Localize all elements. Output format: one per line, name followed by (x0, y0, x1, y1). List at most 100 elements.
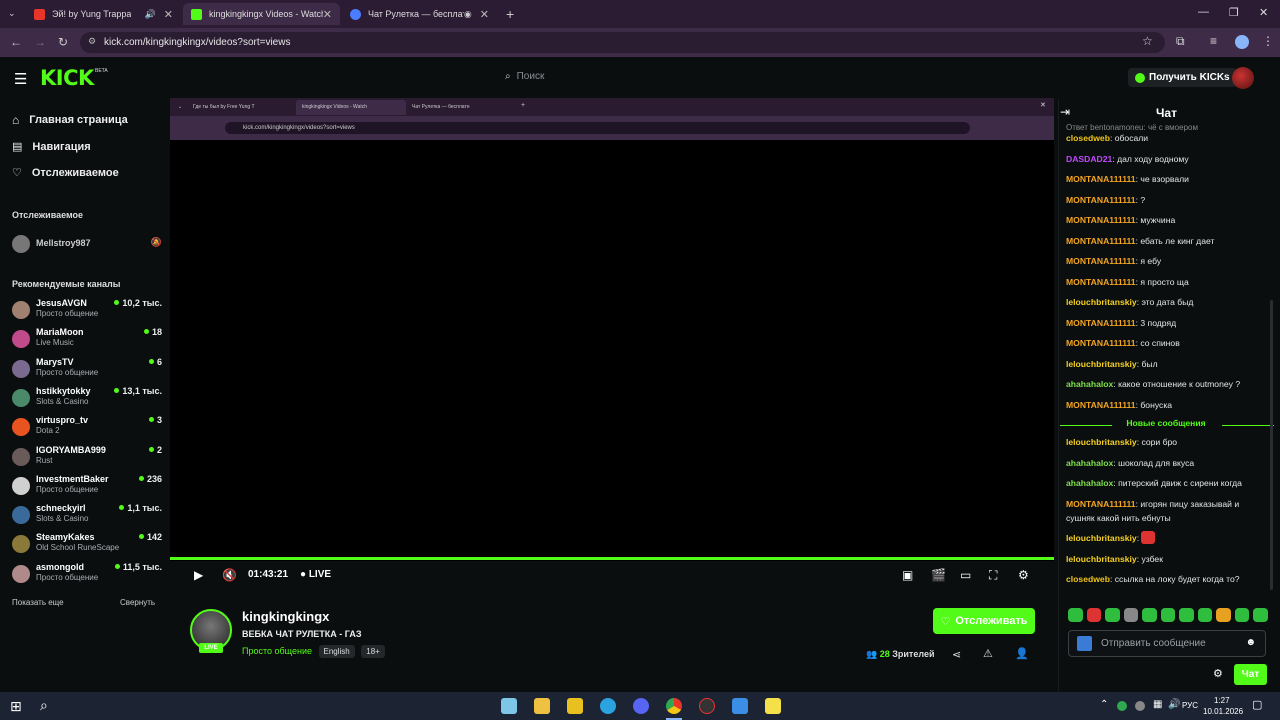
sidebar-channel[interactable]: JesusAVGN Просто общение 10,2 тыс. (12, 298, 162, 325)
settings-gear-icon[interactable]: ⚙ (1018, 568, 1029, 582)
tab-kick-videos[interactable]: kingkingkingx Videos - Watch ✕ (183, 3, 340, 25)
collapse-chat-icon[interactable]: ⇥ (1060, 105, 1070, 119)
chat-username[interactable]: ahahahalox (1066, 458, 1113, 468)
chat-username[interactable]: MONTANA111111 (1066, 499, 1136, 509)
sidebar-channel[interactable]: hstikkytokky Slots & Casino 13,1 тыс. (12, 386, 162, 413)
chat-username[interactable]: MONTANA111111 (1066, 277, 1136, 287)
chat-username[interactable]: closedweb (1066, 574, 1110, 584)
emote-icon[interactable] (1253, 608, 1269, 622)
menu-kebab-icon[interactable]: ⋮ (1262, 34, 1274, 48)
extensions-icon[interactable]: ⧉ (1176, 34, 1185, 49)
taskbar-search-icon[interactable]: ⌕ (40, 697, 48, 714)
chat-username[interactable]: MONTANA111111 (1066, 236, 1136, 246)
chat-username[interactable]: lelouchbritanskiy (1066, 297, 1137, 307)
forward-icon[interactable]: → (34, 35, 46, 49)
network-icon[interactable]: ▦ (1153, 699, 1162, 710)
address-bar[interactable]: ⚙ kick.com/kingkingkingx/videos?sort=vie… (80, 32, 1165, 53)
chat-username[interactable]: closedweb (1066, 133, 1110, 143)
emote-icon[interactable] (1234, 608, 1250, 622)
chat-username[interactable]: MONTANA111111 (1066, 256, 1136, 266)
chat-username[interactable]: lelouchbritanskiy (1066, 554, 1137, 564)
emoji-icon[interactable]: ☻ (1245, 637, 1256, 648)
sidebar-item-browse[interactable]: ▤ Навигация (12, 140, 91, 154)
close-window-icon[interactable]: ✕ (1259, 6, 1268, 19)
chat-username[interactable]: MONTANA111111 (1066, 215, 1136, 225)
chat-username[interactable]: ahahahalox (1066, 478, 1113, 488)
close-tab-icon[interactable]: ✕ (480, 8, 489, 21)
chat-scrollbar[interactable] (1270, 300, 1273, 590)
chat-settings-gear-icon[interactable]: ⚙ (1213, 667, 1223, 680)
chat-username[interactable]: MONTANA111111 (1066, 195, 1136, 205)
emote-icon[interactable] (1216, 608, 1231, 622)
emote-icon[interactable] (1086, 608, 1102, 622)
share-icon[interactable]: ⋖ (952, 648, 961, 661)
emote-icon[interactable] (1142, 608, 1157, 622)
tray-app-icon[interactable] (1135, 701, 1145, 711)
bookmark-star-icon[interactable]: ☆ (1142, 34, 1153, 48)
emote-icon[interactable] (1179, 608, 1194, 622)
sidebar-item-home[interactable]: ⌂ Главная страница (12, 113, 128, 127)
windows-start-icon[interactable]: ⊞ (10, 698, 22, 715)
show-more-link[interactable]: Показать еще (12, 598, 64, 607)
theater-mode-icon[interactable]: ▭ (960, 568, 971, 582)
tray-app-icon[interactable] (1117, 701, 1127, 711)
close-tab-icon[interactable]: ✕ (323, 8, 332, 21)
category-link[interactable]: Просто общение (242, 646, 312, 656)
back-icon[interactable]: ← (10, 35, 22, 49)
app-icon[interactable] (732, 698, 748, 714)
speaker-icon[interactable]: 🔊 (145, 9, 156, 20)
chat-username[interactable]: MONTANA111111 (1066, 174, 1136, 184)
new-tab-icon[interactable]: + (506, 6, 514, 22)
chat-input[interactable]: Отправить сообщение ☻ (1068, 630, 1266, 657)
tag-18plus[interactable]: 18+ (361, 645, 385, 658)
sidebar-channel[interactable]: MarysTV Просто общение 6 (12, 357, 162, 384)
chat-username[interactable]: MONTANA111111 (1066, 338, 1136, 348)
sidebar-channel[interactable]: IGORYAMBA999 Rust 2 (12, 445, 162, 472)
sidebar-channel[interactable]: MariaMoon Live Music 18 (12, 327, 162, 354)
minimize-icon[interactable]: — (1198, 6, 1209, 18)
clip-icon[interactable]: 🎬 (931, 568, 946, 582)
tab-yung-trappa[interactable]: Эй! by Yung Trappa 🔊 ✕ (26, 3, 181, 25)
sidebar-channel[interactable]: InvestmentBaker Просто общение 236 (12, 474, 162, 501)
notifications-icon[interactable]: ▢ (1252, 698, 1262, 711)
user-avatar[interactable] (1232, 67, 1254, 89)
get-kicks-button[interactable]: Получить KICKs (1128, 68, 1237, 87)
tab-chat-roulette[interactable]: Чат Рулетка — бесплатны ◉ ✕ (342, 3, 497, 25)
fullscreen-icon[interactable]: ⛶ (989, 568, 997, 583)
report-icon[interactable]: ⚠ (983, 647, 993, 660)
media-control-icon[interactable]: ≡ (1210, 34, 1217, 48)
sidebar-item-following[interactable]: ♡ Отслеживаемое (12, 166, 119, 180)
notepad-icon[interactable] (501, 698, 517, 714)
chat-username[interactable]: MONTANA111111 (1066, 400, 1136, 410)
subscribe-icon[interactable]: 👤 (1015, 647, 1029, 660)
app-icon[interactable] (765, 698, 781, 714)
emote-icon[interactable] (1123, 608, 1139, 622)
muted-icon[interactable]: 🔇 (222, 568, 237, 582)
profile-icon[interactable] (1235, 35, 1249, 49)
chat-username[interactable]: ahahahalox (1066, 379, 1113, 389)
chat-username[interactable]: lelouchbritanskiy (1066, 359, 1137, 369)
play-icon[interactable]: ▶ (194, 568, 203, 582)
chat-username[interactable]: MONTANA111111 (1066, 318, 1136, 328)
reload-icon[interactable]: ↻ (58, 35, 68, 49)
follow-button[interactable]: ♡ Отслеживать (933, 608, 1035, 634)
emote-icon[interactable] (1160, 608, 1176, 622)
app-icon[interactable] (567, 698, 583, 714)
collapse-link[interactable]: Свернуть (120, 598, 155, 607)
sidebar-channel[interactable]: schneckyirl Slots & Casino 1,1 тыс. (12, 503, 162, 530)
sidebar-channel[interactable]: virtuspro_tv Dota 23 (12, 415, 162, 442)
sidebar-channel[interactable]: SteamyKakes Old School RuneScape 142 (12, 532, 162, 559)
send-chat-button[interactable]: Чат (1234, 664, 1267, 685)
hamburger-menu-icon[interactable]: ☰ (14, 70, 27, 88)
sidebar-channel[interactable]: asmongold Просто общение 11,5 тыс. (12, 562, 162, 589)
close-tab-icon[interactable]: ✕ (164, 8, 173, 21)
chat-username[interactable]: DASDAD21 (1066, 154, 1112, 164)
discord-icon[interactable] (633, 698, 649, 714)
app-icon[interactable] (699, 698, 715, 714)
tag-english[interactable]: English (318, 645, 355, 658)
kick-logo[interactable]: KICK (40, 66, 94, 90)
input-language[interactable]: РУС (1182, 701, 1198, 710)
chat-username[interactable]: lelouchbritanskiy (1066, 533, 1137, 543)
emote-icon[interactable] (1105, 608, 1120, 622)
emote-picker-icon[interactable] (1077, 636, 1092, 651)
